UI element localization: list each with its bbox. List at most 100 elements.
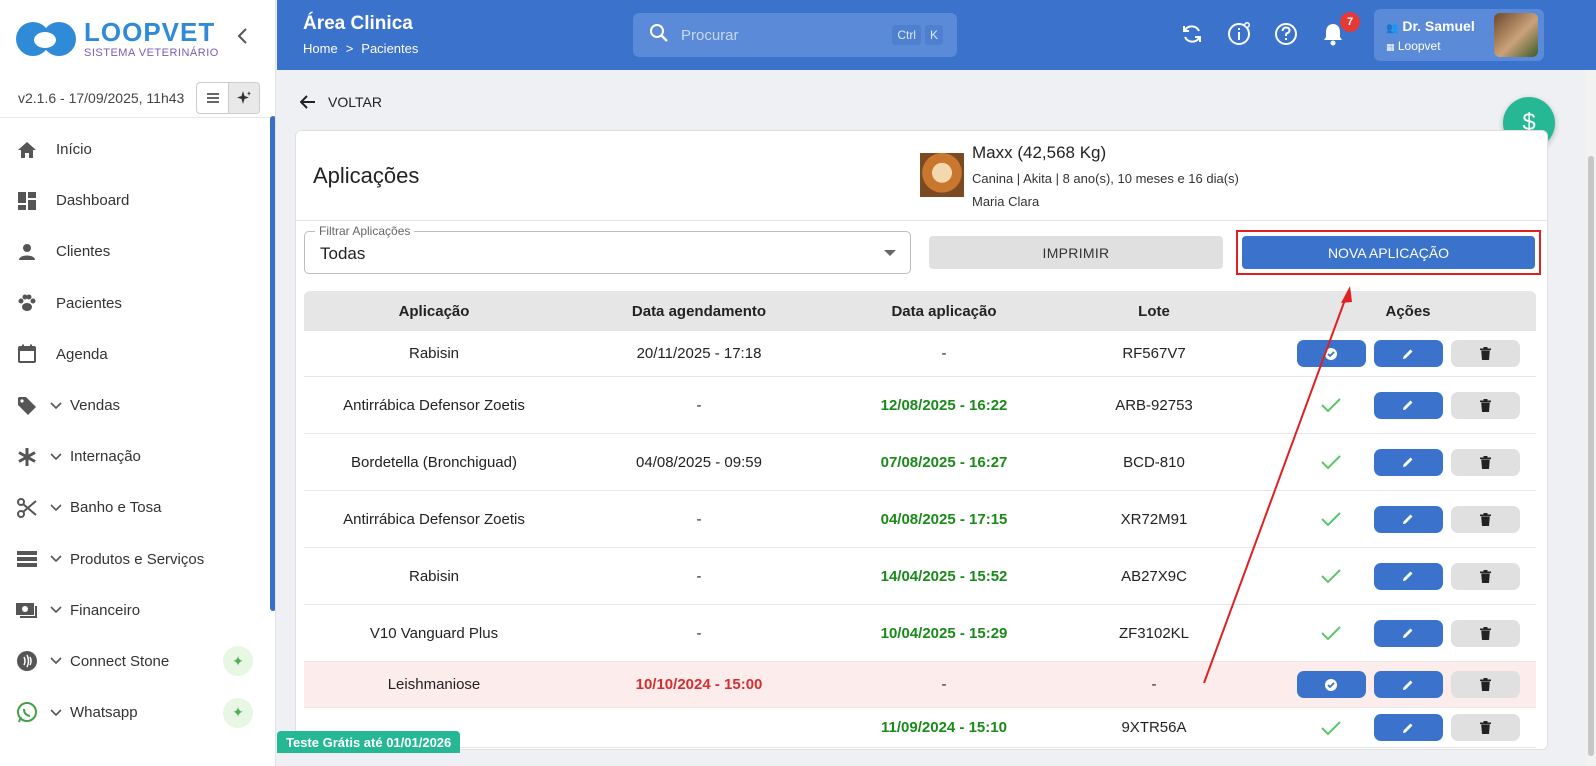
cell-applied-date: 14/04/2025 - 15:52 bbox=[880, 567, 1008, 585]
tag-icon bbox=[16, 395, 38, 417]
table-row: Rabisin 20/11/2025 - 17:18 - RF567V7 bbox=[304, 331, 1536, 377]
table-row: Antirrábica Defensor Zoetis - 04/08/2025 -… bbox=[304, 491, 1536, 548]
sidebar-item-label: Início bbox=[56, 141, 92, 159]
cell-lot: XR72M91 bbox=[1120, 510, 1188, 528]
pet-owner: Maria Clara bbox=[972, 194, 1040, 209]
sidebar-item-whatsapp[interactable]: Whatsapp ✦ bbox=[0, 687, 275, 738]
edit-button[interactable] bbox=[1373, 448, 1443, 476]
edit-button[interactable] bbox=[1373, 619, 1443, 647]
user-menu[interactable]: 👥 Dr. Samuel ▦ Loopvet bbox=[1374, 9, 1544, 61]
delete-button[interactable] bbox=[1450, 391, 1520, 419]
version-text: v2.1.6 - 17/09/2025, 11h43 bbox=[18, 89, 185, 106]
delete-button[interactable] bbox=[1450, 619, 1520, 647]
edit-button[interactable] bbox=[1373, 505, 1443, 533]
sidebar-item-label: Whatsapp bbox=[70, 704, 138, 722]
column-header: Lote bbox=[1138, 302, 1170, 320]
menu-lines-button[interactable] bbox=[197, 83, 228, 113]
sidebar-item-produtos-e-servicos[interactable]: Produtos e Serviços bbox=[0, 534, 275, 585]
table-row: Antirrábica Defensor Zoetis - 12/08/2025 -… bbox=[304, 377, 1536, 434]
caret-down-icon bbox=[884, 250, 896, 256]
delete-button[interactable] bbox=[1450, 714, 1520, 741]
nfc-icon bbox=[16, 650, 38, 672]
cell-actions bbox=[1254, 714, 1536, 741]
logo-icon bbox=[16, 18, 78, 60]
cell-applied-date: - bbox=[941, 676, 947, 693]
user-org: ▦ Loopvet bbox=[1386, 39, 1441, 53]
sparkle-button[interactable] bbox=[228, 82, 260, 113]
pet-info: Canina | Akita | 8 ano(s), 10 meses e 16… bbox=[972, 171, 1239, 186]
highlight-box: NOVA APLICAÇÃO bbox=[1236, 230, 1541, 275]
cell-actions bbox=[1254, 340, 1536, 367]
sidebar-item-financeiro[interactable]: Financeiro bbox=[0, 585, 275, 636]
sidebar-item-clientes[interactable]: Clientes bbox=[0, 226, 275, 277]
building-icon: ▦ bbox=[1386, 42, 1395, 52]
sidebar-item-label: Financeiro bbox=[70, 601, 141, 619]
delete-button[interactable] bbox=[1450, 340, 1520, 367]
edit-button[interactable] bbox=[1373, 562, 1443, 590]
cell-scheduled-date: - bbox=[696, 624, 702, 642]
cell-scheduled-date: 20/11/2025 - 17:18 bbox=[636, 345, 762, 362]
asterisk-icon bbox=[16, 446, 38, 468]
sidebar-item-internacao[interactable]: Internação bbox=[0, 431, 275, 482]
column-header: Data aplicação bbox=[891, 302, 997, 320]
applications-table: Aplicação Data agendamento Data aplicaçã… bbox=[304, 291, 1536, 748]
sidebar-item-pacientes[interactable]: Pacientes bbox=[0, 278, 275, 329]
divider bbox=[296, 220, 1547, 221]
search-input[interactable]: Procurar Ctrl K bbox=[633, 13, 957, 57]
collapse-sidebar-icon[interactable] bbox=[235, 26, 249, 52]
money-icon bbox=[16, 599, 38, 621]
chevron-down-icon bbox=[50, 706, 62, 720]
cell-lot: RF567V7 bbox=[1122, 345, 1186, 362]
breadcrumb-current: Pacientes bbox=[361, 41, 419, 56]
whatsapp-icon bbox=[16, 701, 38, 724]
confirm-application-button[interactable] bbox=[1296, 340, 1366, 367]
column-header: Data agendamento bbox=[631, 302, 767, 320]
cell-application: Leishmaniose bbox=[387, 676, 481, 693]
sidebar-item-banho-e-tosa[interactable]: Banho e Tosa bbox=[0, 482, 275, 533]
confirm-application-button[interactable] bbox=[1296, 671, 1366, 698]
new-application-button[interactable]: NOVA APLICAÇÃO bbox=[1242, 236, 1535, 269]
chevron-down-icon bbox=[50, 552, 62, 566]
applied-check-icon bbox=[1297, 714, 1366, 741]
edit-button[interactable] bbox=[1373, 340, 1443, 367]
applied-check-icon bbox=[1297, 563, 1366, 590]
edit-button[interactable] bbox=[1373, 391, 1443, 419]
back-label: VOLTAR bbox=[328, 94, 382, 110]
sidebar-item-agenda[interactable]: Agenda bbox=[0, 329, 275, 380]
edit-button[interactable] bbox=[1373, 671, 1443, 698]
breadcrumb-home[interactable]: Home bbox=[303, 41, 338, 56]
cell-application: Bordetella (Bronchiguad) bbox=[351, 453, 517, 471]
dashboard-icon bbox=[16, 190, 38, 212]
sidebar-item-inicio[interactable]: Início bbox=[0, 124, 275, 175]
cell-lot: BCD-810 bbox=[1123, 453, 1185, 471]
delete-button[interactable] bbox=[1450, 448, 1520, 476]
cell-applied-date: 07/08/2025 - 16:27 bbox=[880, 453, 1008, 471]
delete-button[interactable] bbox=[1450, 505, 1520, 533]
column-header: Ações bbox=[1385, 302, 1431, 320]
sidebar-item-vendas[interactable]: Vendas bbox=[0, 380, 275, 431]
filter-select[interactable]: Filtrar Aplicações Todas bbox=[304, 224, 911, 274]
cell-scheduled-date: 04/08/2025 - 09:59 bbox=[636, 453, 762, 471]
print-button[interactable]: IMPRIMIR bbox=[929, 236, 1223, 269]
back-button[interactable]: VOLTAR bbox=[300, 94, 382, 110]
sidebar-scrollbar[interactable] bbox=[270, 116, 275, 611]
filter-label: Filtrar Aplicações bbox=[315, 224, 415, 238]
sidebar-item-label: Banho e Tosa bbox=[70, 499, 162, 517]
info-icon[interactable] bbox=[1227, 22, 1251, 46]
edit-button[interactable] bbox=[1373, 714, 1443, 741]
delete-button[interactable] bbox=[1450, 562, 1520, 590]
sidebar-item-connect-stone[interactable]: Connect Stone ✦ bbox=[0, 636, 275, 687]
cell-actions bbox=[1254, 619, 1536, 647]
users-icon: 👥 bbox=[1386, 23, 1399, 34]
main-scrollbar[interactable] bbox=[1585, 70, 1596, 766]
pet-photo bbox=[920, 153, 964, 197]
sidebar-item-label: Clientes bbox=[56, 243, 111, 261]
help-icon[interactable] bbox=[1274, 22, 1298, 46]
cell-application: Rabisin bbox=[408, 567, 460, 585]
delete-button[interactable] bbox=[1450, 671, 1520, 698]
sidebar-item-label: Dashboard bbox=[56, 192, 130, 210]
table-row: V10 Vanguard Plus - 10/04/2025 - 15:29 ZF31… bbox=[304, 605, 1536, 662]
sync-icon[interactable] bbox=[1180, 22, 1204, 46]
avatar bbox=[1494, 13, 1538, 57]
sidebar-item-dashboard[interactable]: Dashboard bbox=[0, 175, 275, 226]
